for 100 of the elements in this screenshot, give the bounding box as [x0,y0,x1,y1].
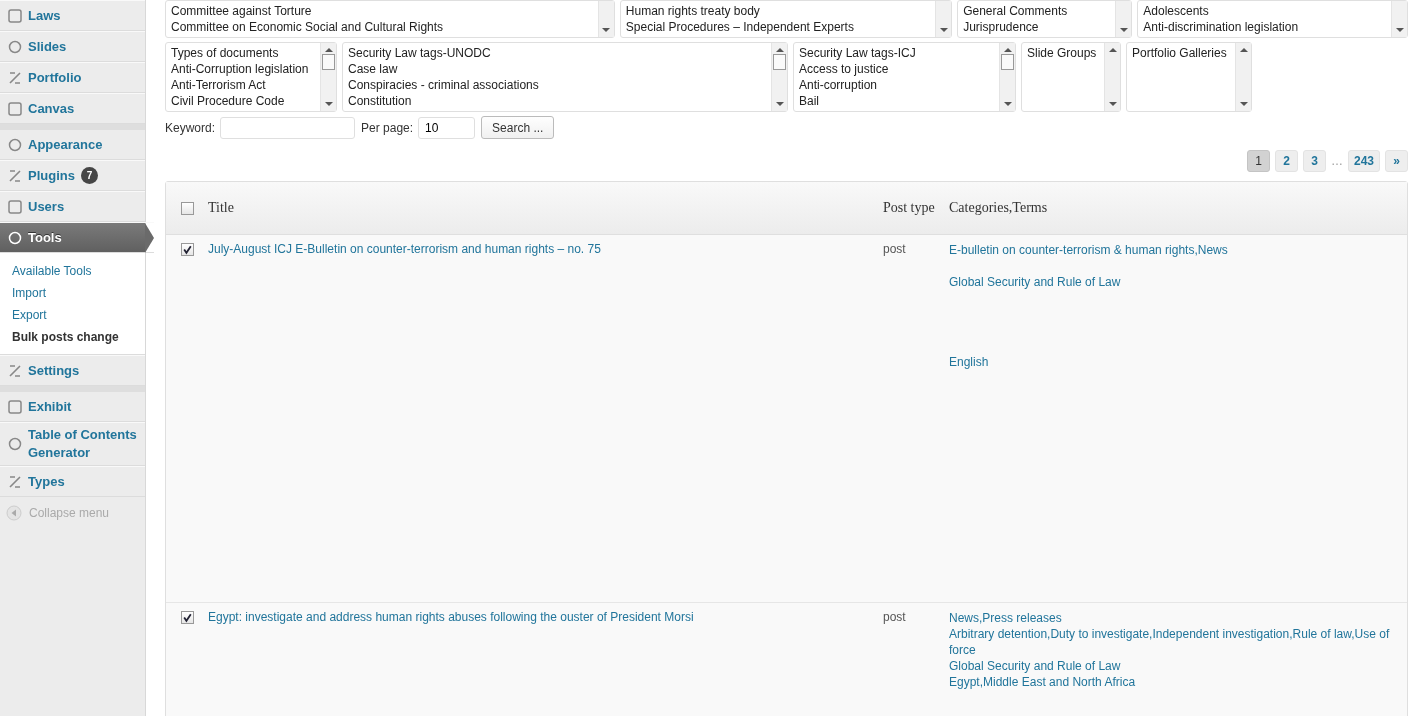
menu-item[interactable]: Plugins 7 [0,160,145,191]
multi-select-list[interactable]: Portfolio Galleries [1126,42,1252,112]
terms-link[interactable]: E-bulletin on counter-terrorism & human rights,News [949,242,1407,258]
menu-item-icon [7,229,23,246]
post-title-link[interactable]: Egypt: investigate and address human rights abuses following the ouster of President Morsi [208,610,694,624]
post-type-cell: post [883,610,906,624]
terms-link[interactable]: Egypt,Middle East and North Africa [949,674,1407,690]
row-checkbox[interactable] [180,611,194,624]
multi-select-list[interactable]: Adolescents Anti-discrimination legislation [1137,0,1408,38]
menu-item[interactable]: Table of Contents Generator [0,422,145,466]
scrollbar[interactable] [320,43,336,111]
menu-item[interactable]: Appearance [0,124,145,160]
list-option[interactable]: Case law [348,61,766,77]
list-option[interactable]: Adolescents [1143,3,1386,19]
menu-label: Plugins [28,166,75,185]
menu-label: Table of Contents Generator [28,426,138,462]
multi-select-list[interactable]: Human rights treaty body Special Procedures – Independent Experts [619,0,953,38]
list-option[interactable]: Anti-Terrorism Act [171,77,315,93]
terms-link[interactable]: News,Press releases [949,610,1407,626]
menu-item[interactable]: Exhibit [0,386,145,422]
submenu-item[interactable]: Export [0,304,145,326]
list-option[interactable]: Special Procedures – Independent Experts [625,19,931,35]
list-option[interactable]: Human rights treaty body [625,3,931,19]
list-option[interactable]: Anti-discrimination legislation [1143,19,1386,35]
menu-label: Appearance [28,135,103,154]
menu-item[interactable]: Canvas [0,93,145,124]
scrollbar[interactable] [1235,43,1251,111]
menu-label: Portfolio [28,68,82,87]
list-option[interactable]: Types of documents [171,45,315,61]
select-all-checkbox[interactable] [180,201,194,215]
multi-select-list[interactable]: Committee against Torture Committee on Economic Social and Cultural Rights [165,0,615,38]
pagination-ellipsis: … [1330,154,1343,168]
page-link[interactable]: 243 [1347,150,1380,172]
list-option[interactable]: Portfolio Galleries [1132,45,1230,61]
terms-link[interactable]: English [949,354,1407,370]
menu-item-icon [7,198,23,215]
terms-link[interactable]: Global Security and Rule of Law [949,274,1407,290]
submenu-item[interactable]: Bulk posts change [0,326,145,348]
list-option[interactable]: Bail [799,93,994,109]
page-link[interactable]: 1 [1246,150,1270,172]
multi-select-list[interactable]: Types of documents Anti-Corruption legislation Anti-Terrorism Act Civil Procedure Code [165,42,337,112]
submenu-item[interactable]: Available Tools [0,260,145,282]
menu-label: Tools [28,228,62,247]
menu-item-icon [7,136,23,153]
list-option[interactable]: Committee on Economic Social and Cultural Rights [171,19,593,35]
scrollbar[interactable] [935,1,952,37]
menu-item-icon [7,436,23,452]
scrollbar[interactable] [1391,1,1407,37]
menu-label: Canvas [28,99,75,118]
menu-item[interactable]: Settings [0,355,145,386]
terms-link[interactable]: Arbitrary detention,Duty to investigate,Independent investigation,Rule of law,Use of force [949,626,1407,658]
menu-item[interactable]: Tools [0,222,154,253]
menu-item-icon [7,38,23,55]
multi-select-list[interactable]: Security Law tags-ICJ Access to justice Anti-corruption Bail [793,42,1016,112]
terms-link[interactable]: Global Security and Rule of Law [949,658,1407,674]
list-option[interactable]: Jurisprudence [963,19,1111,35]
submenu-item[interactable]: Import [0,282,145,304]
page-link[interactable]: » [1385,150,1408,172]
menu-item[interactable]: Types [0,466,145,497]
menu-label: Exhibit [28,397,72,416]
post-type-cell: post [883,242,906,256]
multi-select-list[interactable]: Slide Groups [1021,42,1121,112]
list-option[interactable]: Anti-Corruption legislation [171,61,315,77]
list-option[interactable]: Slide Groups [1027,45,1099,61]
page-link[interactable]: 2 [1274,150,1298,172]
list-option[interactable]: Anti-corruption [799,77,994,93]
menu-label: Users [28,197,65,216]
menu-item-icon [7,473,23,490]
menu-label: Types [28,472,65,491]
menu-item-icon [7,362,23,379]
list-option[interactable]: Constitution [348,93,766,109]
per-page-field[interactable]: 10 [418,116,476,139]
scrollbar[interactable] [597,1,614,37]
collapse-icon [6,505,22,521]
menu-item-icon [7,69,23,86]
search-button[interactable]: Search ... [481,116,555,139]
menu-item-icon [7,100,23,117]
scrollbar[interactable] [1115,1,1132,37]
multi-select-list[interactable]: General Comments Jurisprudence [957,0,1133,38]
scrollbar[interactable] [1104,43,1120,111]
list-option[interactable]: Access to justice [799,61,994,77]
list-option[interactable]: Conspiracies - criminal associations [348,77,766,93]
post-title-link[interactable]: July-August ICJ E-Bulletin on counter-terrorism and human rights – no. 75 [208,242,601,256]
scrollbar[interactable] [771,43,787,111]
menu-item[interactable]: Portfolio [0,62,145,93]
keyword-field[interactable] [220,116,356,139]
list-option[interactable]: Security Law tags-ICJ [799,45,994,61]
list-option[interactable]: Civil Procedure Code [171,93,315,109]
multi-select-list[interactable]: Security Law tags-UNODC Case law Conspiracies - criminal associations Constitution [342,42,788,112]
menu-item[interactable]: Laws [0,0,145,31]
list-option[interactable]: Security Law tags-UNODC [348,45,766,61]
list-option[interactable]: Committee against Torture [171,3,593,19]
menu-label: Slides [28,37,67,56]
column-header: Categories,Terms [949,199,1049,217]
menu-item-icon [7,7,23,24]
menu-item[interactable]: Slides [0,31,145,62]
row-checkbox[interactable] [180,243,194,256]
scrollbar[interactable] [999,43,1015,111]
list-option[interactable]: General Comments [963,3,1111,19]
page-link[interactable]: 3 [1302,150,1326,172]
